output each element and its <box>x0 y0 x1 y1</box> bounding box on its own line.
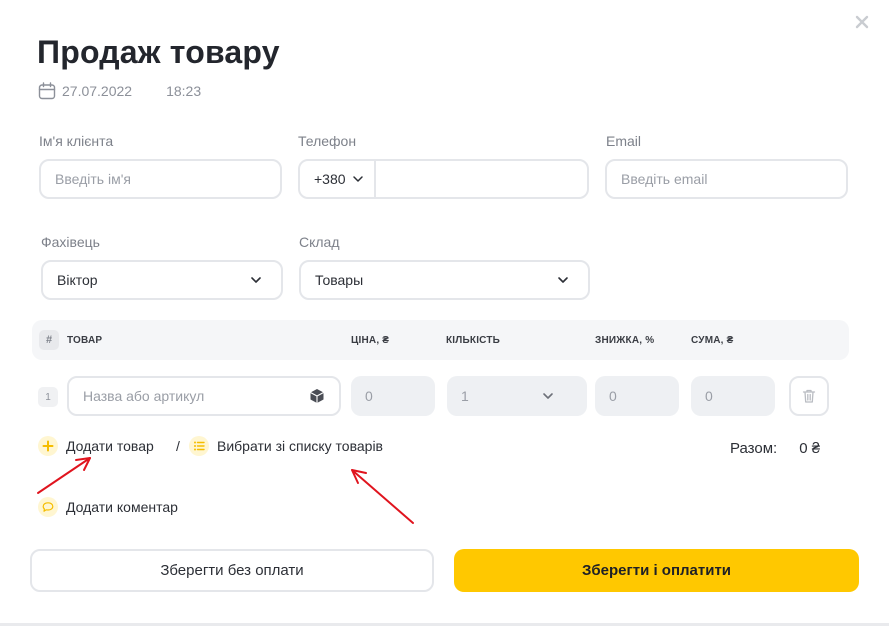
phone-input[interactable] <box>375 171 587 187</box>
annotation-arrow-add-product <box>37 457 91 494</box>
chevron-down-icon <box>543 393 553 399</box>
products-table-header: # ТОВАР ЦІНА, ₴ КІЛЬКІСТЬ ЗНИЖКА, % СУМА… <box>32 320 849 360</box>
delete-row-button[interactable] <box>789 376 829 416</box>
close-icon[interactable] <box>853 13 871 31</box>
actions-separator: / <box>176 438 180 454</box>
plus-icon <box>38 436 58 456</box>
warehouse-value: Товары <box>315 272 364 288</box>
specialist-select[interactable]: Віктор <box>41 260 283 300</box>
chevron-down-icon <box>251 277 261 283</box>
add-product-label: Додати товар <box>66 438 154 454</box>
warehouse-select[interactable]: Товары <box>299 260 590 300</box>
column-header-sum: СУМА, ₴ <box>691 335 734 346</box>
product-search-input[interactable] <box>69 388 309 404</box>
column-header-quantity: КІЛЬКІСТЬ <box>446 335 501 346</box>
choose-from-list-button[interactable]: Вибрати зі списку товарів <box>189 436 383 456</box>
product-search-field <box>67 376 341 416</box>
add-comment-button[interactable]: Додати коментар <box>38 497 178 517</box>
price-input[interactable]: 0 <box>351 376 435 416</box>
box-icon[interactable] <box>309 388 325 404</box>
country-code-value: +380 <box>314 171 346 187</box>
modal-title: Продаж товару <box>37 34 280 70</box>
column-header-discount: ЗНИЖКА, % <box>595 335 655 346</box>
annotation-arrow-choose-list <box>351 469 414 524</box>
column-header-price: ЦІНА, ₴ <box>351 335 390 346</box>
country-code-select[interactable]: +380 <box>300 161 376 197</box>
warehouse-label: Склад <box>299 234 340 250</box>
total-label: Разом: <box>730 440 778 457</box>
quantity-select[interactable]: 1 <box>447 376 587 416</box>
calendar-icon <box>38 82 56 100</box>
trash-icon <box>802 389 816 403</box>
add-product-button[interactable]: Додати товар <box>38 436 154 456</box>
save-and-pay-button[interactable]: Зберегти і оплатити <box>454 549 859 592</box>
choose-from-list-label: Вибрати зі списку товарів <box>217 438 383 454</box>
phone-label: Телефон <box>298 133 357 149</box>
quantity-value: 1 <box>461 388 469 404</box>
add-comment-label: Додати коментар <box>66 499 178 515</box>
client-name-input[interactable] <box>41 171 280 187</box>
sale-datetime: 27.07.2022 18:23 <box>38 82 201 100</box>
sale-modal: Продаж товару 27.07.2022 18:23 Ім'я кліє… <box>0 0 889 626</box>
total-value: 0 ₴ <box>799 440 821 457</box>
comment-icon <box>38 497 58 517</box>
sale-date[interactable]: 27.07.2022 <box>62 83 132 99</box>
email-field-wrapper <box>605 159 848 199</box>
save-without-payment-button[interactable]: Зберегти без оплати <box>30 549 434 592</box>
specialist-value: Віктор <box>57 272 98 288</box>
email-label: Email <box>606 133 642 149</box>
chevron-down-icon <box>558 277 568 283</box>
email-input[interactable] <box>607 171 846 187</box>
list-icon <box>189 436 209 456</box>
column-header-number: # <box>39 330 59 350</box>
row-number: 1 <box>38 387 58 407</box>
order-total: Разом: 0 ₴ <box>730 440 820 457</box>
column-header-product: ТОВАР <box>67 335 103 346</box>
sale-time[interactable]: 18:23 <box>166 83 201 99</box>
client-name-field-wrapper <box>39 159 282 199</box>
discount-input[interactable]: 0 <box>595 376 679 416</box>
sum-input[interactable]: 0 <box>691 376 775 416</box>
specialist-label: Фахівець <box>41 234 100 250</box>
phone-field-wrapper: +380 <box>298 159 589 199</box>
client-name-label: Ім'я клієнта <box>39 133 114 149</box>
chevron-down-icon <box>352 176 363 182</box>
